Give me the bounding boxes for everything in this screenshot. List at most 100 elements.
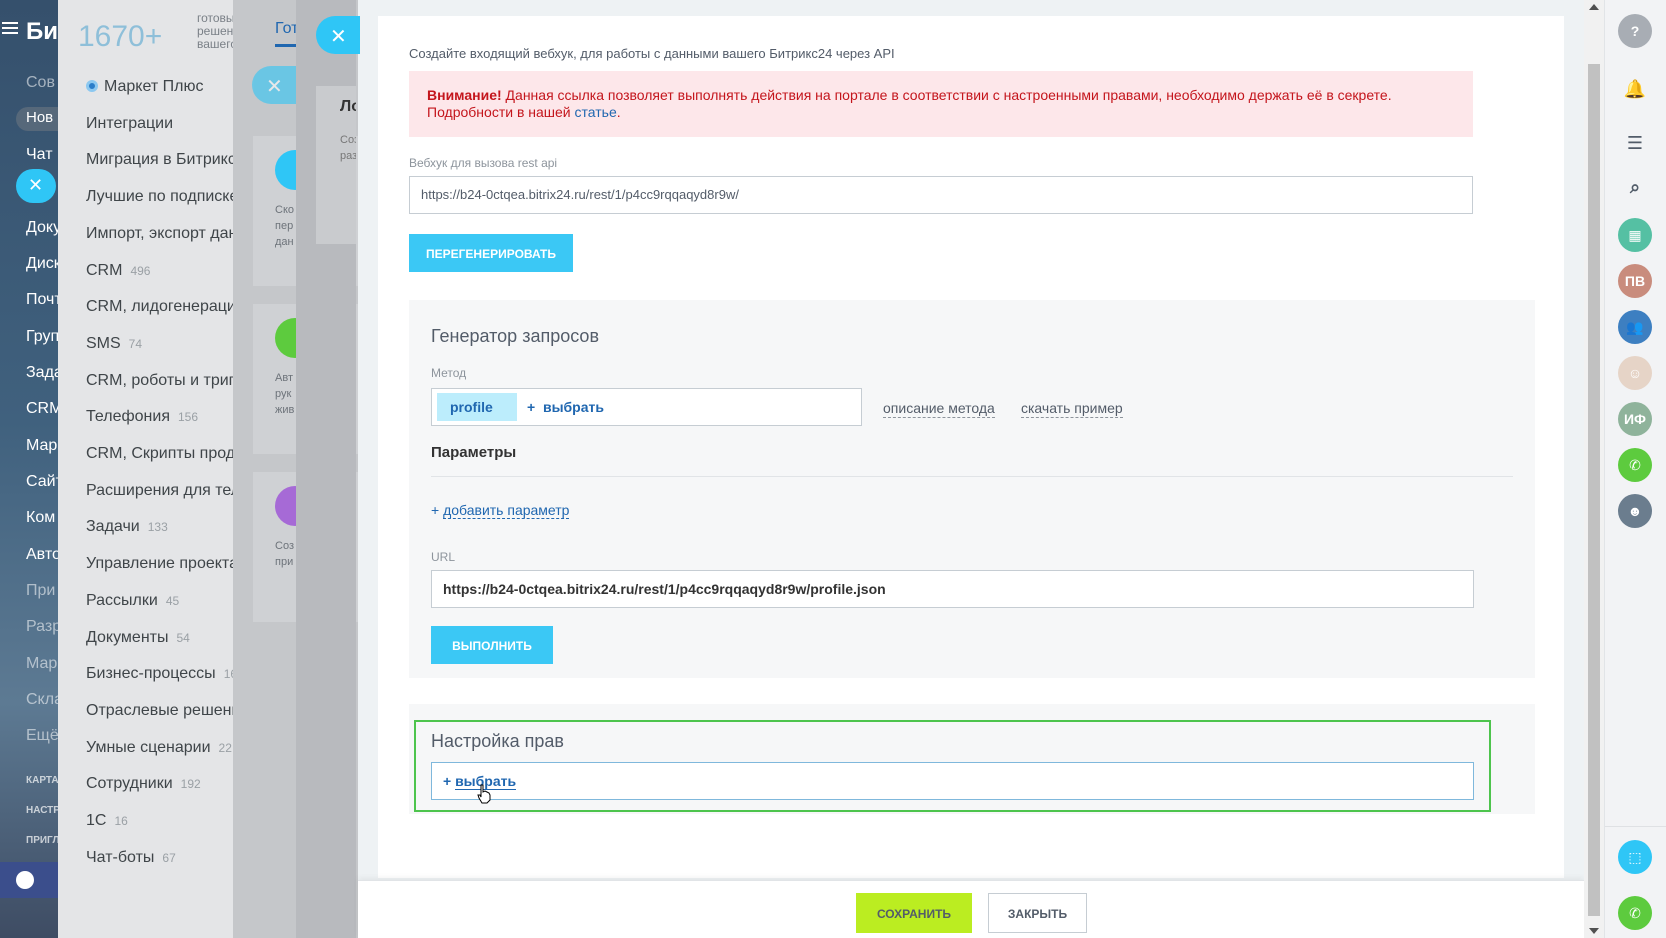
app-nav-item[interactable]: ПРИГЛ xyxy=(26,835,58,846)
app-nav-item[interactable]: Чат xyxy=(26,146,53,164)
chat-list-icon[interactable]: ☰ xyxy=(1618,126,1652,160)
app-nav-item[interactable]: Скла xyxy=(26,691,58,709)
market-plus-icon xyxy=(86,80,98,92)
category-label: Документы xyxy=(86,628,169,646)
app-nav-item[interactable]: Мар xyxy=(26,655,57,673)
market-category[interactable]: Лучшие по подписке xyxy=(86,188,238,206)
rights-title: Настройка прав xyxy=(431,731,564,751)
close-slider-button[interactable]: ✕ xyxy=(316,16,360,54)
search-icon[interactable]: ⌕ xyxy=(1618,170,1652,204)
phone-icon[interactable]: ✆ xyxy=(1618,896,1652,930)
app-detail-title: Ло xyxy=(340,98,356,115)
category-label: Миграция в Битрикс xyxy=(86,151,236,169)
category-count: 67 xyxy=(162,850,176,865)
close-icon[interactable]: ✕ xyxy=(252,66,296,104)
category-count: 496 xyxy=(130,263,151,278)
market-category[interactable]: Рассылки 45 xyxy=(86,592,179,610)
app-nav-item[interactable]: Ком xyxy=(26,509,55,527)
app-nav-item[interactable]: Зада xyxy=(26,364,58,382)
alert-line2: Подробности в нашей xyxy=(427,104,575,120)
app-nav-item[interactable]: Диск xyxy=(26,255,58,273)
params-title: Параметры xyxy=(431,444,517,461)
category-label: Сотрудники xyxy=(86,775,173,793)
scrollbar-thumb[interactable] xyxy=(1588,64,1600,916)
app-nav-item[interactable]: Мар xyxy=(26,437,57,455)
market-category[interactable]: Умные сценарии 22 xyxy=(86,739,232,757)
app-nav-item[interactable]: Доку xyxy=(26,219,58,237)
avatar-user-icon[interactable]: ☺ xyxy=(1618,356,1652,390)
regenerate-button[interactable]: Перегенерировать xyxy=(409,234,573,272)
category-label: SMS xyxy=(86,334,121,352)
market-category[interactable]: Телефония 156 xyxy=(86,408,198,426)
app-nav-item[interactable]: Разр xyxy=(26,618,58,636)
brand-logo[interactable]: Би xyxy=(26,18,58,46)
screen-share-icon[interactable]: ⬚ xyxy=(1618,840,1652,874)
scroll-up-arrow-icon[interactable] xyxy=(1589,4,1599,10)
app-nav-item[interactable]: Сов xyxy=(26,74,55,92)
menu-hamburger-icon[interactable] xyxy=(2,22,18,34)
market-category[interactable]: CRM, Скрипты прода xyxy=(86,445,244,463)
app-nav-item-active[interactable]: Нов xyxy=(16,107,58,131)
category-label: Чат-боты xyxy=(86,848,155,866)
execute-button[interactable]: Выполнить xyxy=(431,626,553,664)
market-category[interactable]: CRM 496 xyxy=(86,262,150,280)
plan-badge[interactable] xyxy=(0,862,58,898)
market-category[interactable]: Чат-боты 67 xyxy=(86,849,176,867)
method-add-button[interactable]: + выбрать xyxy=(527,399,604,415)
method-selector[interactable]: profile + выбрать xyxy=(431,388,862,426)
bell-icon[interactable]: 🔔 xyxy=(1618,72,1652,106)
app-nav-item[interactable]: CRM xyxy=(26,400,58,418)
market-category[interactable]: Маркет Плюс xyxy=(86,78,203,96)
tab-ready[interactable]: Гот xyxy=(275,20,298,38)
market-category[interactable]: Расширения для тел xyxy=(86,482,240,500)
phone-call-icon[interactable]: ✆ xyxy=(1618,448,1652,482)
market-category[interactable]: CRM, лидогенерация xyxy=(86,298,245,316)
close-button[interactable]: Закрыть xyxy=(988,893,1087,933)
app-nav-item[interactable]: НАСТР xyxy=(26,805,58,816)
request-url-field[interactable]: https://b24-0ctqea.bitrix24.ru/rest/1/p4… xyxy=(431,570,1474,608)
market-category[interactable]: CRM, роботы и триг xyxy=(86,372,235,390)
market-category[interactable]: Бизнес-процессы 16 xyxy=(86,665,237,683)
app-nav-item[interactable]: Сайт xyxy=(26,473,58,491)
market-category[interactable]: Миграция в Битрикс xyxy=(86,151,236,169)
scrollbar[interactable] xyxy=(1584,0,1604,938)
app-nav-item[interactable]: КАРТА xyxy=(26,775,58,786)
save-button[interactable]: Сохранить xyxy=(856,893,972,933)
avatar-if[interactable]: ИФ xyxy=(1618,402,1652,436)
market-category[interactable]: Документы 54 xyxy=(86,629,190,647)
app-nav-item[interactable]: При xyxy=(26,582,55,600)
app-detail-sub: Соз раз xyxy=(340,134,356,162)
close-icon[interactable]: ✕ xyxy=(16,169,56,203)
app-nav-item[interactable]: Груп xyxy=(26,328,58,346)
download-example-link[interactable]: скачать пример xyxy=(1021,400,1123,418)
method-description-link[interactable]: описание метода xyxy=(883,400,995,418)
market-category[interactable]: Импорт, экспорт дан xyxy=(86,225,237,243)
crown-icon xyxy=(16,871,34,889)
method-tag[interactable]: profile xyxy=(437,393,517,421)
market-category[interactable]: 1С 16 xyxy=(86,812,128,830)
warning-alert: Внимание! Данная ссылка позволяет выполн… xyxy=(409,71,1473,137)
help-icon[interactable]: ? xyxy=(1618,14,1652,48)
rights-selector[interactable]: + выбрать xyxy=(431,762,1474,800)
card-text: Ско пер дан xyxy=(275,204,294,248)
webhook-url-field[interactable]: https://b24-0ctqea.bitrix24.ru/rest/1/p4… xyxy=(409,176,1473,214)
market-category[interactable]: Интеграции xyxy=(86,115,173,133)
market-category[interactable]: Задачи 133 xyxy=(86,518,168,536)
market-category[interactable]: Сотрудники 192 xyxy=(86,775,201,793)
app-nav-item[interactable]: Ещё xyxy=(26,727,58,745)
calendar-icon[interactable]: ▦ xyxy=(1618,218,1652,252)
add-param-link[interactable]: + добавить параметр xyxy=(431,502,570,519)
app-nav-item[interactable]: Авто xyxy=(26,546,58,564)
avatar-pv[interactable]: ПВ xyxy=(1618,264,1652,298)
scroll-down-arrow-icon[interactable] xyxy=(1589,928,1599,934)
market-category[interactable]: Отраслевые решени xyxy=(86,702,240,720)
avatar-photo-icon[interactable]: ☻ xyxy=(1618,494,1652,528)
market-category[interactable]: SMS 74 xyxy=(86,335,142,353)
group-chat-icon[interactable]: 👥 xyxy=(1618,310,1652,344)
webhook-url-label: Вебхук для вызова rest api xyxy=(409,156,558,170)
category-label: Бизнес-процессы xyxy=(86,665,216,683)
app-nav-item[interactable]: Почт xyxy=(26,291,58,309)
market-category[interactable]: Управление проекта xyxy=(86,555,238,573)
article-link[interactable]: статье xyxy=(575,104,617,120)
category-label: Лучшие по подписке xyxy=(86,188,239,206)
